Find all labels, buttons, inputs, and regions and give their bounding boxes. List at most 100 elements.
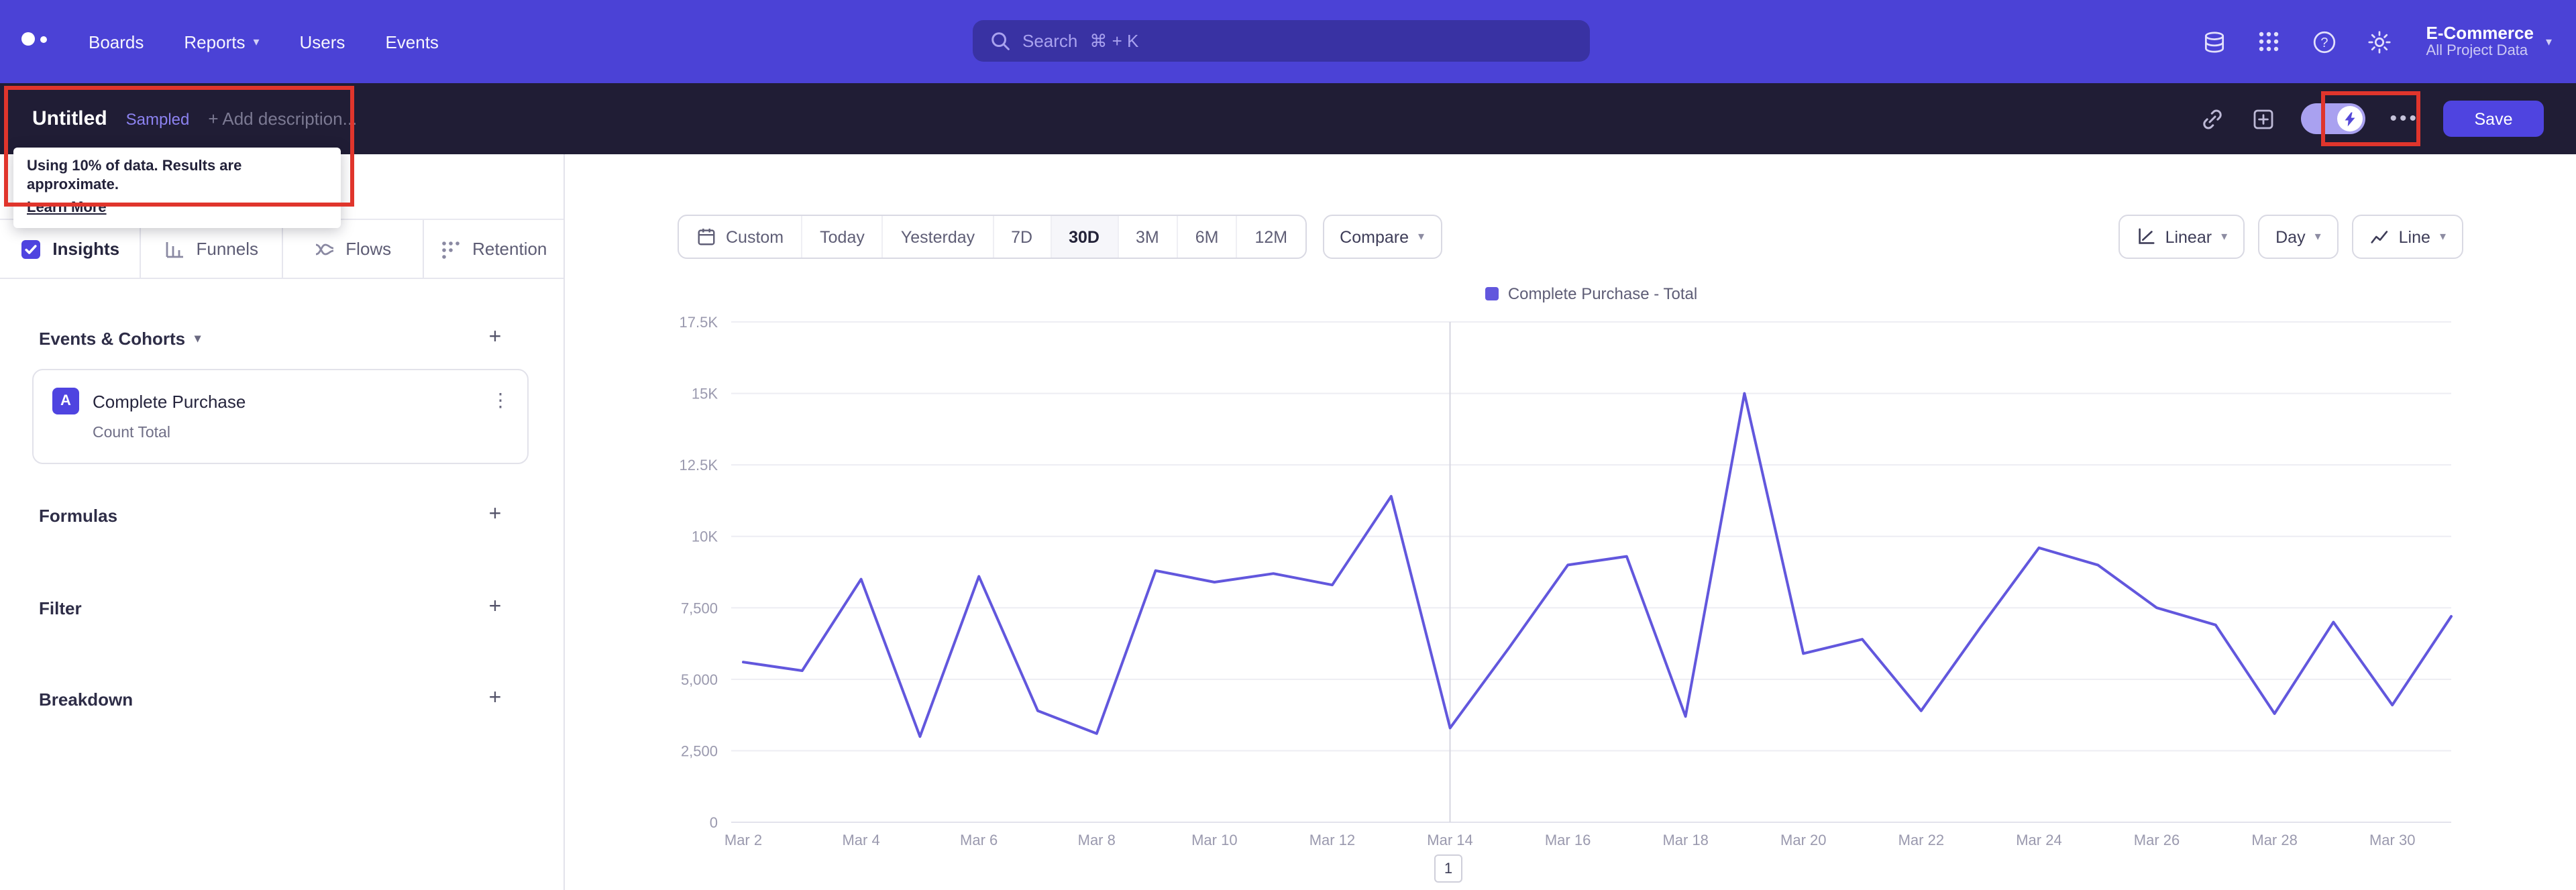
search-input[interactable]: Search ⌘ + K <box>973 20 1590 62</box>
lightning-bolt-icon <box>2337 106 2363 131</box>
svg-text:Mar 2: Mar 2 <box>724 832 762 848</box>
main-menu: Boards Reports ▾ Users Events <box>89 0 439 83</box>
range-custom[interactable]: Custom <box>679 216 801 258</box>
report-title[interactable]: Untitled <box>32 107 107 130</box>
chart-type-select[interactable]: Line ▾ <box>2351 215 2463 259</box>
sampling-toggle[interactable] <box>2301 103 2366 134</box>
more-menu-icon[interactable]: ••• <box>2390 108 2419 128</box>
apps-grid-icon[interactable] <box>2256 28 2283 55</box>
chart-svg[interactable]: 0 2,500 5,000 7,500 10K 12.5K 15K 17.5K Mar 2 Mar… <box>565 302 2576 865</box>
scale-select[interactable]: Linear ▾ <box>2118 215 2245 259</box>
learn-more-link[interactable]: Learn More <box>27 200 107 216</box>
chevron-down-icon: ▾ <box>253 34 260 48</box>
date-range-picker: Custom Today Yesterday 7D 30D 3M 6M 12M <box>678 215 1307 259</box>
filter-label: Filter <box>39 598 82 618</box>
svg-text:7,500: 7,500 <box>681 600 718 616</box>
svg-text:?: ? <box>2320 35 2328 50</box>
svg-text:Mar 6: Mar 6 <box>960 832 998 848</box>
chart-controls: Custom Today Yesterday 7D 30D 3M 6M 12M … <box>678 215 2463 259</box>
add-breakdown-button[interactable]: + <box>483 687 507 711</box>
chevron-down-icon: ▾ <box>195 331 201 345</box>
event-more-icon[interactable]: ⋮ <box>491 389 510 412</box>
funnels-icon <box>164 238 186 260</box>
add-to-board-icon[interactable] <box>2250 105 2277 132</box>
linear-scale-icon <box>2136 227 2156 247</box>
save-button[interactable]: Save <box>2443 101 2544 137</box>
range-12m[interactable]: 12M <box>1236 216 1305 258</box>
insights-icon <box>20 238 42 260</box>
chevron-down-icon: ▾ <box>2545 34 2552 48</box>
gear-icon[interactable] <box>2366 28 2393 55</box>
data-icon[interactable] <box>2201 28 2228 55</box>
interval-select[interactable]: Day ▾ <box>2258 215 2339 259</box>
range-3m[interactable]: 3M <box>1117 216 1177 258</box>
formulas-label: Formulas <box>39 506 118 526</box>
add-event-button[interactable]: + <box>483 326 507 350</box>
calendar-icon <box>696 227 716 247</box>
event-card[interactable]: A Complete Purchase ⋮ Count Total <box>32 369 529 464</box>
tab-funnels[interactable]: Funnels <box>142 220 282 278</box>
flows-icon <box>313 238 335 260</box>
svg-text:Mar 14: Mar 14 <box>1427 832 1472 848</box>
link-icon[interactable] <box>2199 105 2226 132</box>
svg-text:17.5K: 17.5K <box>680 314 718 331</box>
nav-reports[interactable]: Reports ▾ <box>184 32 259 52</box>
nav-users[interactable]: Users <box>300 32 345 52</box>
nav-events[interactable]: Events <box>385 32 439 52</box>
chevron-down-icon: ▾ <box>1418 229 1425 243</box>
events-cohorts-toggle[interactable]: Events & Cohorts ▾ <box>39 329 201 349</box>
event-name[interactable]: Complete Purchase <box>93 392 246 412</box>
formulas-section: Formulas + <box>0 503 564 530</box>
chart-area[interactable]: 0 2,500 5,000 7,500 10K 12.5K 15K 17.5K Mar 2 Mar… <box>565 302 2576 865</box>
svg-text:Mar 12: Mar 12 <box>1309 832 1355 848</box>
add-filter-button[interactable]: + <box>483 596 507 620</box>
svg-text:0: 0 <box>710 814 718 831</box>
svg-text:Mar 30: Mar 30 <box>2369 832 2415 848</box>
top-nav: Boards Reports ▾ Users Events Search ⌘ + … <box>0 0 2576 83</box>
add-description[interactable]: + Add description... <box>208 109 357 129</box>
nav-boards[interactable]: Boards <box>89 32 144 52</box>
filter-section: Filter + <box>0 596 564 622</box>
range-yesterday[interactable]: Yesterday <box>881 216 992 258</box>
search-icon <box>990 31 1010 51</box>
add-formula-button[interactable]: + <box>483 503 507 527</box>
search-shortcut: ⌘ + K <box>1089 30 1139 50</box>
tab-retention[interactable]: Retention <box>424 220 564 278</box>
svg-text:Mar 28: Mar 28 <box>2251 832 2297 848</box>
svg-text:Mar 18: Mar 18 <box>1662 832 1708 848</box>
tab-flows[interactable]: Flows <box>282 220 424 278</box>
project-name: E-Commerce <box>2426 23 2534 43</box>
svg-text:12.5K: 12.5K <box>680 457 718 474</box>
report-header-bar: Untitled Sampled + Add description... ••… <box>0 83 2576 154</box>
sampling-tooltip-text: Using 10% of data. Results are approxima… <box>27 158 242 193</box>
compare-button[interactable]: Compare ▾ <box>1322 215 1442 259</box>
svg-text:Mar 20: Mar 20 <box>1780 832 1826 848</box>
range-today[interactable]: Today <box>801 216 882 258</box>
range-6m[interactable]: 6M <box>1176 216 1236 258</box>
chevron-down-icon: ▾ <box>2439 229 2446 243</box>
event-metric[interactable]: Count Total <box>93 425 170 441</box>
tab-insights[interactable]: Insights <box>0 220 142 278</box>
svg-text:Mar 26: Mar 26 <box>2134 832 2180 848</box>
range-30d[interactable]: 30D <box>1050 216 1117 258</box>
svg-text:10K: 10K <box>692 529 718 545</box>
chart-legend[interactable]: Complete Purchase - Total <box>731 284 2451 303</box>
range-7d[interactable]: 7D <box>992 216 1050 258</box>
legend-swatch <box>1485 287 1499 300</box>
logo[interactable] <box>21 32 47 46</box>
svg-text:2,500: 2,500 <box>681 742 718 759</box>
help-icon[interactable]: ? <box>2311 28 2338 55</box>
project-selector[interactable]: E-Commerce All Project Data ▾ <box>2426 23 2552 60</box>
breakdown-section: Breakdown + <box>0 687 564 714</box>
svg-text:Mar 22: Mar 22 <box>1898 832 1944 848</box>
pagination-page-1[interactable]: 1 <box>1434 854 1462 883</box>
svg-text:5,000: 5,000 <box>681 671 718 688</box>
sampling-tooltip: Using 10% of data. Results are approxima… <box>13 148 341 228</box>
retention-icon <box>440 238 462 260</box>
sidebar: Insights Funnels Flows Retention Events … <box>0 154 565 890</box>
breakdown-label: Breakdown <box>39 689 133 710</box>
chevron-down-icon: ▾ <box>2221 229 2228 243</box>
svg-text:15K: 15K <box>692 386 718 402</box>
svg-text:Mar 16: Mar 16 <box>1545 832 1591 848</box>
search-placeholder: Search <box>1022 31 1078 51</box>
